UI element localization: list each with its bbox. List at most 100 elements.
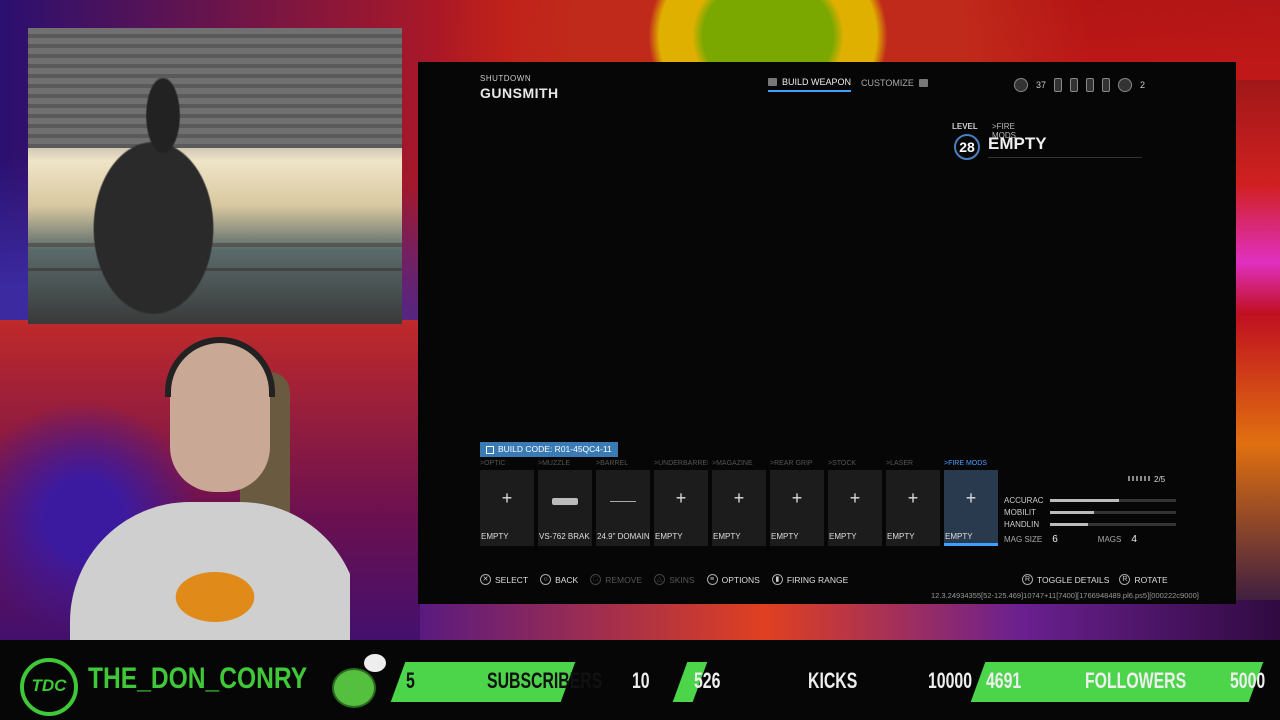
mag-size-value: 6 xyxy=(1052,534,1058,545)
tab-customize[interactable]: CUSTOMIZE xyxy=(861,77,928,92)
slot-name: VS-762 BRAK xyxy=(539,532,590,541)
button-prompts: ✕ SELECT ○ BACK □ REMOVE △ SKINS ≡ OPTIONS ▮ … xyxy=(480,574,848,585)
video-character xyxy=(68,78,258,324)
attachment-slot[interactable]: >MAGAZINE + EMPTY xyxy=(712,460,766,546)
tab-bar: BUILD WEAPON CUSTOMIZE xyxy=(768,77,928,92)
stats-page-dots xyxy=(1128,476,1150,481)
build-code-badge[interactable]: BUILD CODE: R01-45QC4-11 xyxy=(480,442,618,457)
plus-icon: + xyxy=(791,488,803,508)
controller-button-icon: △ xyxy=(654,574,666,585)
divider xyxy=(988,157,1142,158)
currency-bar: 37 2 xyxy=(1014,78,1145,92)
mag-info: MAG SIZE 6 MAGS 4 xyxy=(1004,534,1177,545)
muzzle-icon xyxy=(552,498,578,505)
followers-label: FOLLOWERS xyxy=(1085,668,1187,693)
prompt-toggle-details[interactable]: R TOGGLE DETAILS xyxy=(1022,574,1109,585)
attachment-slot[interactable]: >BARREL 24.9" DOMAIN xyxy=(596,460,650,546)
headset-icon xyxy=(165,337,275,397)
attachment-slot[interactable]: >OPTIC + EMPTY xyxy=(480,460,534,546)
slot-category: >LASER xyxy=(886,460,914,467)
prompt-label: BACK xyxy=(555,574,579,585)
attachment-slot[interactable]: >REAR GRIP + EMPTY xyxy=(770,460,824,546)
slot-name: EMPTY xyxy=(887,532,915,541)
background-art-bottom xyxy=(420,600,1280,645)
plus-icon: + xyxy=(675,488,687,508)
kicks-goal: 10000 xyxy=(928,668,973,693)
stat-fill xyxy=(1050,523,1088,526)
subscribers-label: SUBSCRIBERS xyxy=(487,668,603,693)
stat-row: ACCURAC xyxy=(1004,496,1176,505)
stick-button-icon: R xyxy=(1022,574,1033,585)
mags-label: MAGS xyxy=(1097,535,1122,544)
attachment-slot[interactable]: >FIRE MODS + EMPTY xyxy=(944,460,998,546)
ammo-icon xyxy=(1102,78,1111,92)
slot-category: >MUZZLE xyxy=(538,460,571,467)
prompt-label: FIRING RANGE xyxy=(786,574,849,585)
slot-category: >UNDERBARREL xyxy=(654,460,708,467)
stream-overlay-bar: TDC THE_DON_CONRY 5 SUBSCRIBERS 10 526 K… xyxy=(0,640,1280,720)
stat-label: HANDLIN xyxy=(1004,520,1040,529)
channel-logo: TDC xyxy=(14,646,84,716)
slot-category: >MAGAZINE xyxy=(712,460,753,467)
attachment-slot[interactable]: >UNDERBARREL + EMPTY xyxy=(654,460,708,546)
prompt-label: SELECT xyxy=(495,574,529,585)
slot-name: 24.9" DOMAIN xyxy=(597,532,649,541)
controller-button-icon: ✕ xyxy=(480,574,491,585)
controller-button-icon: ▮ xyxy=(771,574,783,585)
share-icon xyxy=(486,445,494,454)
xp-count: 37 xyxy=(1036,80,1047,90)
prompt-firing-range[interactable]: ▮ FIRING RANGE xyxy=(771,574,849,585)
slot-name: EMPTY xyxy=(713,532,741,541)
slot-name: EMPTY xyxy=(945,532,973,541)
mags-value: 4 xyxy=(1131,534,1137,545)
mag-size-label: MAG SIZE xyxy=(1004,535,1043,544)
stat-meter xyxy=(1050,499,1176,502)
controller-button-icon: ≡ xyxy=(706,574,718,585)
prompt-label: OPTIONS xyxy=(721,574,760,585)
xp-icon xyxy=(1014,78,1028,92)
attachment-slot[interactable]: >MUZZLE VS-762 BRAK xyxy=(538,460,592,546)
slot-name: EMPTY xyxy=(655,532,683,541)
button-prompts-right: R TOGGLE DETAILS R ROTATE xyxy=(1022,574,1168,585)
slot-category: >OPTIC xyxy=(480,460,506,467)
bumper-icon xyxy=(918,79,928,87)
slot-name: EMPTY xyxy=(829,532,857,541)
stats-panel: 2/5 ACCURAC MOBILIT HANDLIN MAG SIZE 6 M… xyxy=(1004,472,1184,552)
logo-text: TDC xyxy=(31,676,67,695)
mascot-glove xyxy=(364,654,386,672)
build-code-text: BUILD CODE: R01-45QC4-11 xyxy=(498,444,612,454)
video-feed xyxy=(28,28,402,324)
prompt-options[interactable]: ≡ OPTIONS xyxy=(706,574,760,585)
barrel-icon xyxy=(610,501,636,502)
webcam-shirt-graphic xyxy=(160,562,270,632)
prompt-label: SKINS xyxy=(669,574,695,585)
stat-row: HANDLIN xyxy=(1004,520,1176,529)
attachment-slot[interactable]: >STOCK + EMPTY xyxy=(828,460,882,546)
level-label: LEVEL xyxy=(952,122,978,131)
controller-button-icon: ○ xyxy=(540,574,552,585)
plus-icon: + xyxy=(907,488,919,508)
plus-icon: + xyxy=(501,488,513,508)
slot-category: >STOCK xyxy=(828,460,857,467)
stat-label: MOBILIT xyxy=(1004,508,1037,517)
attachment-slot[interactable]: >LASER + EMPTY xyxy=(886,460,940,546)
kicks-label: KICKS xyxy=(808,668,858,693)
level-badge: 28 xyxy=(954,134,980,160)
tab-label: BUILD WEAPON xyxy=(782,77,852,87)
background-art-right xyxy=(1236,80,1280,600)
slot-category: >REAR GRIP xyxy=(770,460,813,467)
prompt-select[interactable]: ✕ SELECT xyxy=(480,574,528,585)
tab-build-weapon[interactable]: BUILD WEAPON xyxy=(768,77,852,92)
stat-fill xyxy=(1050,499,1120,502)
stat-fill xyxy=(1050,511,1095,514)
build-id: 12.3.24934355[52-125.469]10747+11[7400][… xyxy=(931,591,1199,600)
prompt-remove[interactable]: □ REMOVE xyxy=(590,574,642,585)
channel-name: THE_DON_CONRY xyxy=(88,662,308,695)
slot-category: >FIRE MODS xyxy=(944,460,987,467)
prompt-skins[interactable]: △ SKINS xyxy=(654,574,695,585)
slot-name: EMPTY xyxy=(771,532,799,541)
followers-current: 4691 xyxy=(986,668,1022,693)
prompt-back[interactable]: ○ BACK xyxy=(540,574,578,585)
lock-icon xyxy=(1070,78,1079,92)
prompt-rotate[interactable]: R ROTATE xyxy=(1119,574,1168,585)
